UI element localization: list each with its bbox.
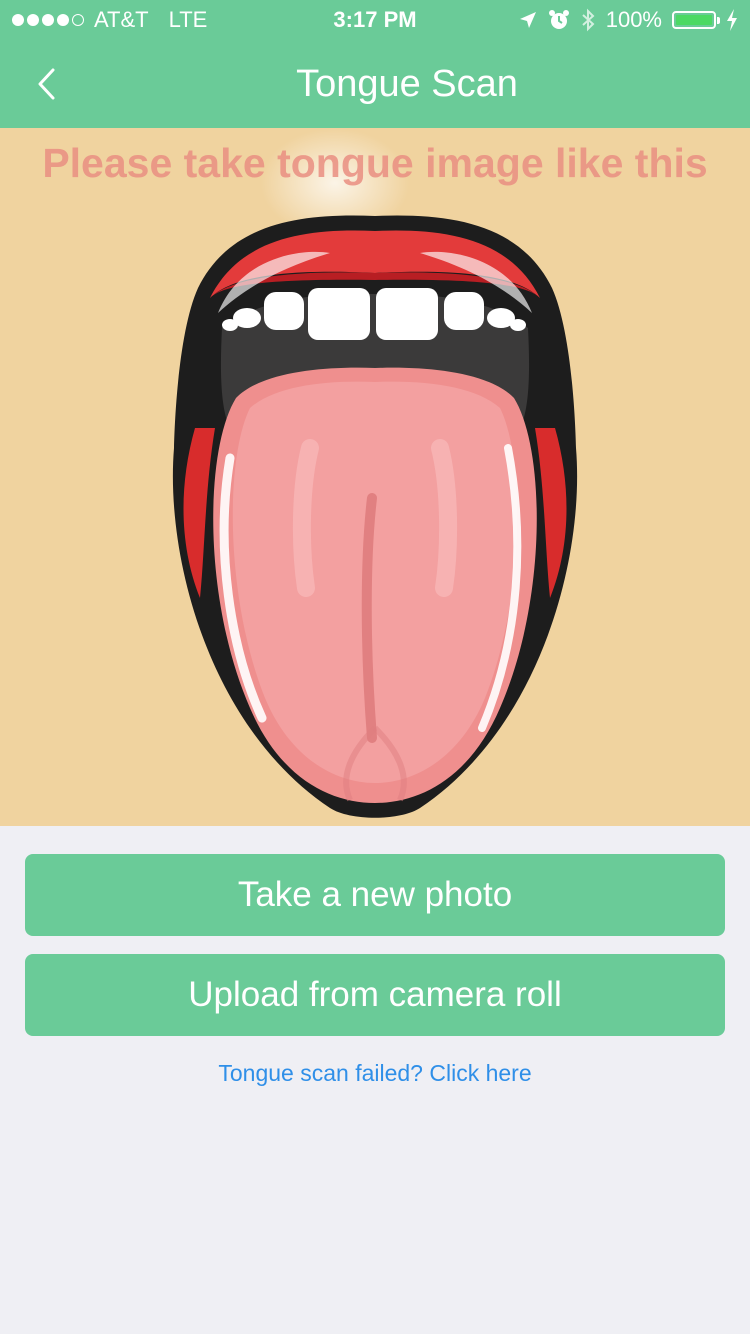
alarm-clock-icon	[548, 10, 569, 29]
tongue-scan-screen: AT&T LTE 3:17 PM 100% Tongue Scan Please…	[0, 0, 750, 1334]
location-arrow-icon	[519, 12, 536, 28]
charging-bolt-icon	[727, 9, 737, 31]
scan-failed-help-link[interactable]: Tongue scan failed? Click here	[0, 1060, 750, 1087]
page-title: Tongue Scan	[296, 63, 518, 105]
battery-icon	[672, 11, 720, 29]
battery-percent: 100%	[605, 7, 662, 32]
top-bar: AT&T LTE 3:17 PM 100% Tongue Scan	[0, 0, 750, 128]
navigation-bar: Tongue Scan	[0, 40, 750, 128]
bluetooth-icon	[582, 8, 595, 32]
illustration-caption: Please take tongue image like this	[42, 140, 708, 186]
status-bar: AT&T LTE 3:17 PM 100%	[0, 0, 750, 40]
take-new-photo-button[interactable]: Take a new photo	[25, 854, 725, 936]
upload-from-camera-roll-button[interactable]: Upload from camera roll	[25, 954, 725, 1036]
tongue-example-image: Please take tongue image like this	[0, 128, 750, 826]
status-right: 100%	[518, 0, 738, 40]
tongue-illustration	[172, 215, 578, 818]
